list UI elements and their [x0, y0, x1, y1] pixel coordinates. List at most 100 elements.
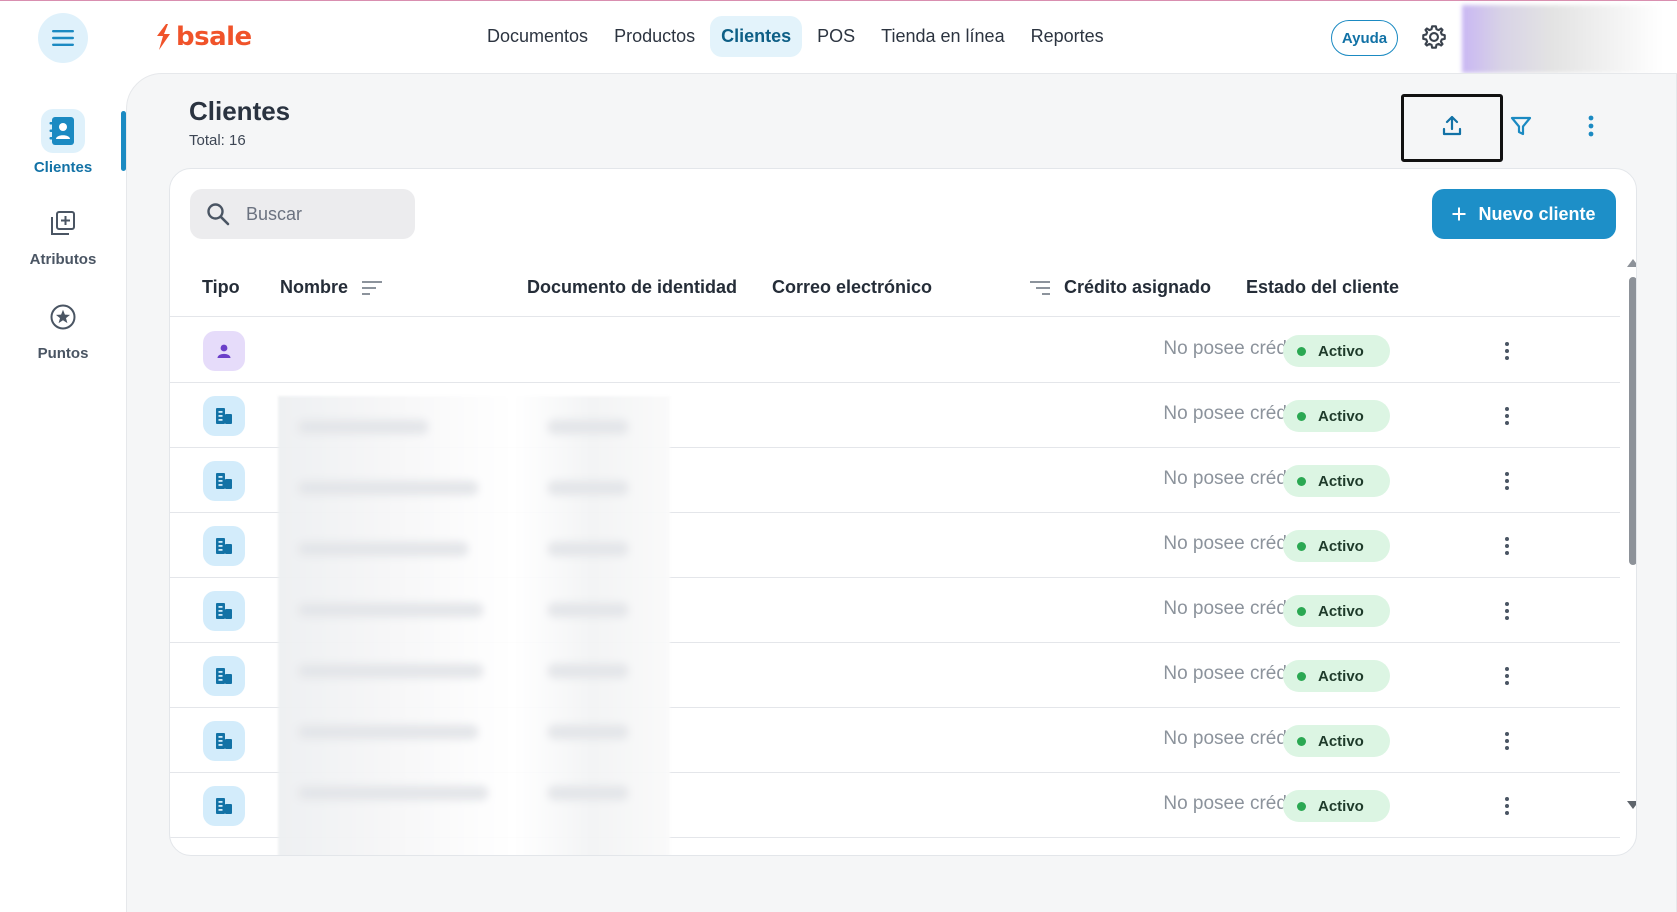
client-type-badge — [203, 721, 245, 761]
company-icon — [216, 798, 232, 814]
column-correo[interactable]: Correo electrónico — [772, 277, 932, 298]
column-estado[interactable]: Estado del cliente — [1246, 277, 1399, 298]
row-options-button[interactable] — [1494, 728, 1520, 754]
row-options-button[interactable] — [1494, 338, 1520, 364]
company-icon — [216, 538, 232, 554]
kebab-icon — [1505, 407, 1509, 425]
row-options-button[interactable] — [1494, 793, 1520, 819]
scroll-down-arrow[interactable] — [1627, 801, 1636, 809]
hamburger-icon — [52, 30, 74, 46]
status-badge: Activo — [1283, 790, 1390, 822]
person-icon — [217, 344, 231, 358]
row-options-button[interactable] — [1494, 533, 1520, 559]
sort-icon[interactable] — [360, 279, 384, 297]
nav-tienda-en-linea[interactable]: Tienda en línea — [870, 16, 1015, 57]
row-options-button[interactable] — [1494, 468, 1520, 494]
status-dot — [1297, 671, 1306, 681]
company-icon — [216, 603, 232, 619]
add-attribute-icon — [51, 211, 75, 235]
client-type-badge — [203, 526, 245, 566]
column-nombre[interactable]: Nombre — [280, 277, 384, 298]
sidebar-item-label: Atributos — [29, 251, 97, 268]
client-type-badge — [203, 461, 245, 501]
credit-cell: No posee crédito — [1163, 598, 1307, 619]
column-tipo[interactable]: Tipo — [202, 277, 240, 298]
company-icon — [216, 733, 232, 749]
filter-button[interactable] — [1499, 104, 1543, 148]
credit-cell: No posee crédito — [1163, 468, 1307, 489]
company-icon — [216, 408, 232, 424]
credit-cell: No posee crédito — [1163, 728, 1307, 749]
status-dot — [1297, 346, 1306, 356]
help-button[interactable]: Ayuda — [1331, 20, 1398, 56]
main-panel: Clientes Total: 16 Nuevo clien — [126, 73, 1677, 912]
kebab-icon — [1505, 342, 1509, 360]
kebab-icon — [1505, 602, 1509, 620]
kebab-icon — [1588, 115, 1594, 137]
nav-documentos[interactable]: Documentos — [476, 16, 599, 57]
sidebar-item-label: Clientes — [33, 159, 93, 176]
kebab-icon — [1505, 472, 1509, 490]
status-label: Activo — [1318, 797, 1364, 815]
client-type-badge — [203, 786, 245, 826]
plus-icon — [1452, 207, 1466, 221]
sort-icon[interactable] — [1028, 279, 1052, 297]
side-icon-wrap — [41, 295, 85, 339]
table-header: Tipo Nombre Documento de identidad Corre… — [170, 255, 1620, 317]
status-label: Activo — [1318, 732, 1364, 750]
status-badge: Activo — [1283, 595, 1390, 627]
menu-button[interactable] — [38, 13, 88, 63]
status-dot — [1297, 476, 1306, 486]
sidebar-item-label: Puntos — [37, 345, 89, 362]
nav-reportes[interactable]: Reportes — [1020, 16, 1115, 57]
table-scrollbar[interactable] — [1626, 255, 1636, 815]
row-options-button[interactable] — [1494, 403, 1520, 429]
side-icon-wrap — [41, 109, 85, 153]
column-credito[interactable]: Crédito asignado — [1028, 277, 1211, 298]
sidebar-item-puntos[interactable]: Puntos — [0, 295, 126, 375]
nav-clientes[interactable]: Clientes — [710, 15, 803, 57]
table-row[interactable]: No posee crédito Activo — [170, 318, 1620, 383]
kebab-icon — [1505, 732, 1509, 750]
side-nav: Clientes Atributos Puntos — [0, 71, 126, 912]
kebab-icon — [1505, 667, 1509, 685]
bsale-bolt-icon — [157, 24, 170, 50]
sidebar-item-clientes[interactable]: Clientes — [0, 109, 126, 189]
row-options-button[interactable] — [1494, 598, 1520, 624]
column-documento[interactable]: Documento de identidad — [527, 277, 737, 298]
account-avatar[interactable] — [1462, 5, 1662, 73]
status-label: Activo — [1318, 602, 1364, 620]
client-type-badge — [203, 331, 245, 371]
row-options-button[interactable] — [1494, 663, 1520, 689]
bsale-logo[interactable]: bsale — [154, 21, 252, 53]
status-badge: Activo — [1283, 465, 1390, 497]
client-type-badge — [203, 396, 245, 436]
status-dot — [1297, 736, 1306, 746]
new-client-button[interactable]: Nuevo cliente — [1432, 189, 1616, 239]
gear-icon[interactable] — [1420, 23, 1448, 51]
search-input[interactable] — [246, 203, 396, 225]
search-box[interactable] — [190, 189, 415, 239]
status-badge: Activo — [1283, 530, 1390, 562]
more-options-button[interactable] — [1569, 104, 1613, 148]
status-badge: Activo — [1283, 400, 1390, 432]
nav-pos[interactable]: POS — [806, 16, 866, 57]
star-points-icon — [50, 304, 76, 330]
sidebar-item-atributos[interactable]: Atributos — [0, 201, 126, 281]
status-badge: Activo — [1283, 725, 1390, 757]
side-icon-wrap — [41, 201, 85, 245]
page-total: Total: 16 — [189, 132, 246, 149]
status-dot — [1297, 801, 1306, 811]
export-button[interactable] — [1430, 104, 1474, 148]
redacted-data — [278, 396, 670, 855]
scroll-thumb[interactable] — [1629, 277, 1636, 565]
search-icon — [207, 203, 230, 226]
kebab-icon — [1505, 797, 1509, 815]
contacts-icon — [49, 117, 74, 145]
clients-card: Nuevo cliente Tipo Nombre Documento de i… — [169, 168, 1637, 856]
scroll-up-arrow[interactable] — [1627, 259, 1636, 267]
nav-productos[interactable]: Productos — [603, 16, 706, 57]
status-badge: Activo — [1283, 335, 1390, 367]
credit-cell: No posee crédito — [1163, 338, 1307, 359]
status-label: Activo — [1318, 407, 1364, 425]
